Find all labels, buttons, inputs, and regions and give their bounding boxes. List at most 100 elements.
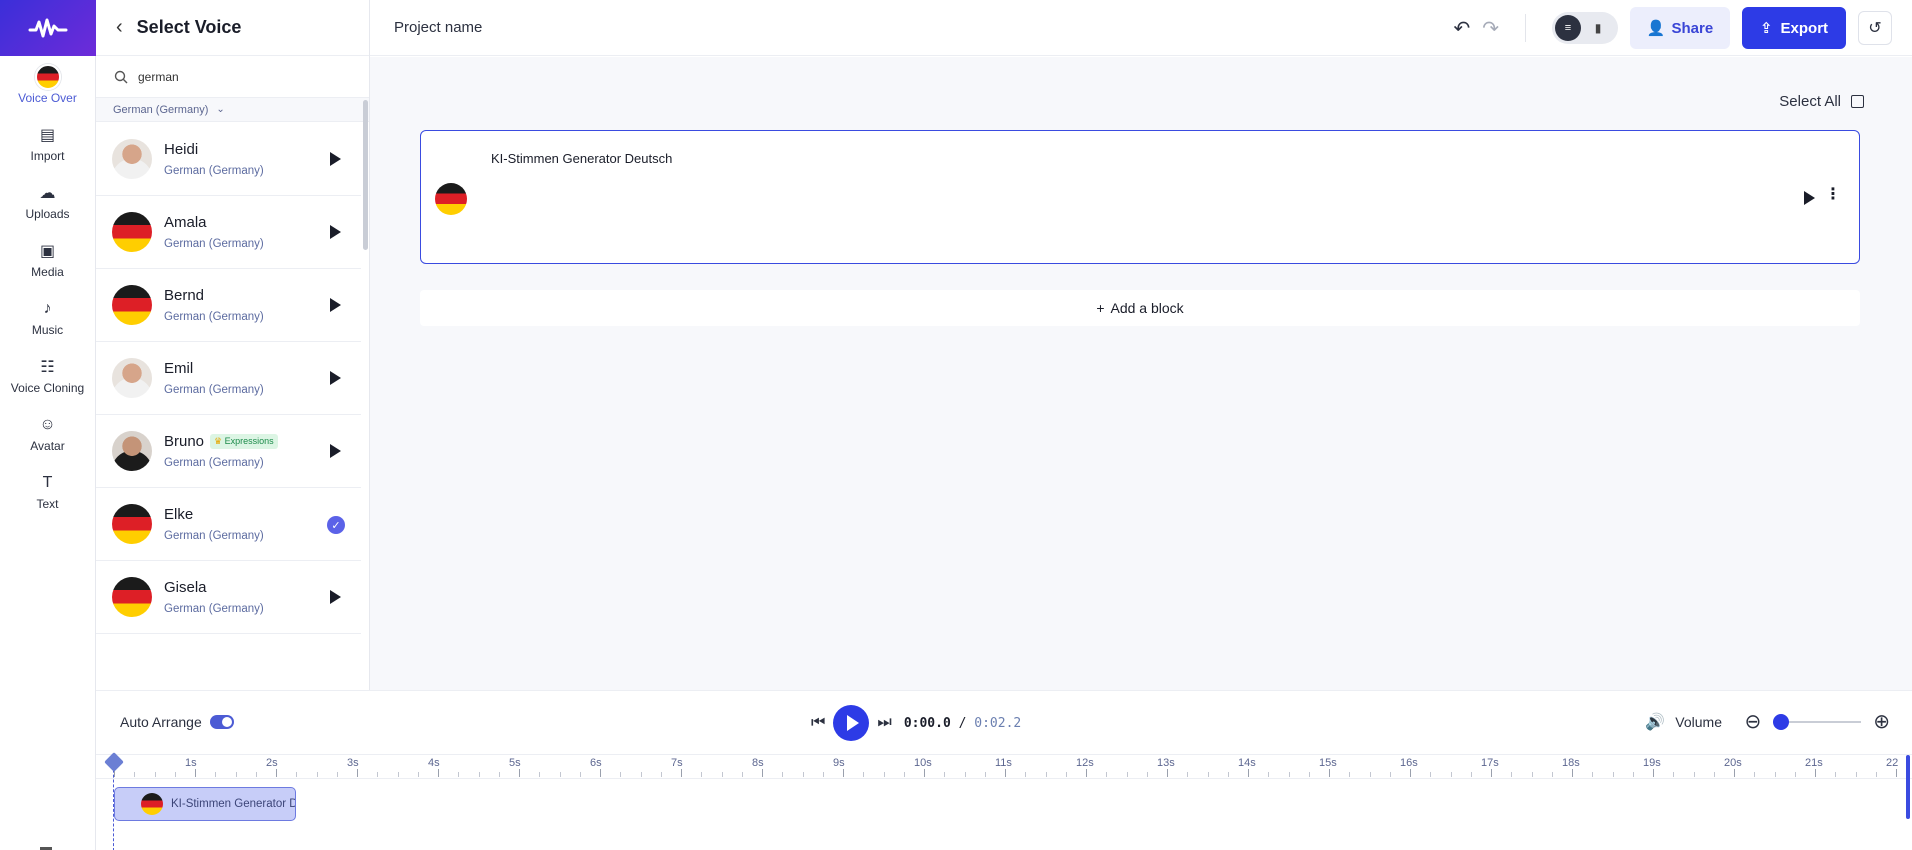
- ruler-label: 22: [1886, 757, 1899, 769]
- rail-item-music[interactable]: ♪ Music: [0, 288, 95, 346]
- voice-block[interactable]: KI-Stimmen Generator Deutsch ⋮: [420, 130, 1860, 264]
- ruler-tick: [1491, 769, 1492, 777]
- select-all-checkbox[interactable]: [1851, 95, 1864, 108]
- play-icon[interactable]: [330, 444, 341, 458]
- ruler-tick: [1855, 772, 1857, 777]
- ruler-tick: [1268, 772, 1270, 777]
- voice-info: Emil German (Germany): [164, 360, 264, 396]
- voice-row[interactable]: Amala German (Germany): [96, 196, 361, 269]
- german-flag-icon[interactable]: [435, 183, 467, 215]
- ruler-label: 12s: [1076, 757, 1094, 769]
- zoom-slider-knob[interactable]: [1773, 713, 1790, 730]
- time-separator: /: [958, 715, 967, 731]
- voice-info: Gisela German (Germany): [164, 579, 264, 615]
- rail-item-label: Avatar: [30, 438, 65, 453]
- auto-arrange-toggle[interactable]: [209, 715, 234, 729]
- add-user-icon: 👤: [1646, 20, 1666, 37]
- voice-row[interactable]: Elke German (Germany) ✓: [96, 488, 361, 561]
- ruler-label: 11s: [995, 757, 1012, 769]
- upload-icon: ⇪: [1759, 20, 1773, 37]
- skip-back-icon[interactable]: ⏮: [811, 714, 825, 732]
- speaker-icon[interactable]: 🔊: [1645, 712, 1665, 732]
- film-view-icon[interactable]: ▮: [1585, 15, 1611, 41]
- play-icon[interactable]: [330, 298, 341, 312]
- skip-forward-icon[interactable]: ⏭: [877, 714, 891, 732]
- add-block-button[interactable]: + Add a block: [420, 290, 1860, 326]
- zoom-in-icon[interactable]: ⊕: [1873, 709, 1890, 734]
- language-filter[interactable]: German (Germany) ⌄: [96, 98, 369, 122]
- voice-avatar: [112, 358, 152, 398]
- rail-item-avatar[interactable]: ☺ Avatar: [0, 404, 95, 462]
- zoom-slider[interactable]: [1773, 713, 1862, 730]
- voice-row[interactable]: Emil German (Germany): [96, 342, 361, 415]
- select-all[interactable]: Select All: [1779, 93, 1864, 110]
- voice-row[interactable]: Bruno ♛ Expressions German (Germany): [96, 415, 361, 488]
- voice-search: [96, 56, 369, 98]
- rail-item-media[interactable]: ▣ Media: [0, 230, 95, 288]
- ruler-tick: [519, 769, 520, 777]
- ruler-tick: [1389, 772, 1391, 777]
- volume-control[interactable]: 🔊 Volume: [1645, 712, 1722, 732]
- voice-search-input[interactable]: [138, 69, 338, 84]
- voice-row[interactable]: Bernd German (Germany): [96, 269, 361, 342]
- timeline-ruler[interactable]: 1s 2s 3s 4s 5s 6s 7s 8s 9s 10s 11s 12s 13s 14s 15s 16s 1…: [96, 755, 1912, 779]
- ruler-tick: [397, 772, 399, 777]
- rail-item-voice-over[interactable]: Voice Over: [0, 56, 95, 114]
- project-name[interactable]: Project name: [394, 19, 482, 36]
- view-toggle[interactable]: ≡ ▮: [1552, 12, 1618, 44]
- app-logo[interactable]: [0, 0, 96, 56]
- volume-label: Volume: [1675, 714, 1722, 730]
- expressions-badge: ♛ Expressions: [210, 434, 278, 449]
- export-button[interactable]: ⇪ Export: [1742, 7, 1846, 49]
- timeline-scrollbar[interactable]: [1906, 755, 1910, 819]
- redo-icon[interactable]: ↷: [1482, 16, 1499, 41]
- german-flag-avatar: [112, 285, 152, 325]
- timeline-clip[interactable]: KI-Stimmen Generator Deutsch: [114, 787, 296, 821]
- rail-item-import[interactable]: ▤ Import: [0, 114, 95, 172]
- rail-item-label: Media: [31, 264, 64, 279]
- list-view-icon[interactable]: ≡: [1555, 15, 1581, 41]
- voice-row[interactable]: Gisela German (Germany): [96, 561, 361, 634]
- play-icon[interactable]: [330, 225, 341, 239]
- back-arrow-icon[interactable]: ‹: [116, 16, 123, 39]
- play-icon[interactable]: [1804, 191, 1815, 205]
- voice-row[interactable]: Heidi German (Germany): [96, 123, 361, 196]
- rail-item-voice-cloning[interactable]: ☷ Voice Cloning: [0, 346, 95, 404]
- ruler-tick: [802, 772, 804, 777]
- voice-language: German (Germany): [164, 384, 264, 396]
- ruler-tick: [660, 772, 662, 777]
- zoom-out-icon[interactable]: ⊖: [1744, 709, 1761, 734]
- ruler-tick: [1653, 769, 1654, 777]
- voice-language: German (Germany): [164, 238, 264, 250]
- more-vertical-icon[interactable]: ⋮: [1825, 187, 1841, 203]
- ruler-label: 6s: [590, 757, 602, 769]
- check-circle-icon[interactable]: ✓: [327, 516, 345, 534]
- timeline-clip-text: KI-Stimmen Generator Deutsch: [171, 798, 295, 810]
- voice-list: Heidi German (Germany) Amala German (German…: [96, 123, 361, 634]
- ruler-tick: [336, 772, 338, 777]
- ruler-tick: [1450, 772, 1452, 777]
- time-display: 0:00.0 / 0:02.2: [904, 716, 1021, 731]
- undo-icon[interactable]: ↶: [1453, 16, 1470, 41]
- language-filter-label: German (Germany): [113, 103, 209, 116]
- add-block-label: Add a block: [1110, 300, 1184, 316]
- voice-list-scrollbar[interactable]: [363, 100, 368, 250]
- ruler-label: 14s: [1238, 757, 1256, 769]
- block-text[interactable]: KI-Stimmen Generator Deutsch: [491, 151, 672, 166]
- ruler-tick: [822, 772, 824, 777]
- ruler-tick: [1227, 772, 1229, 777]
- play-button[interactable]: [833, 705, 870, 741]
- ruler-tick: [843, 769, 844, 777]
- play-icon[interactable]: [330, 152, 341, 166]
- rail-item-uploads[interactable]: ☁ Uploads: [0, 172, 95, 230]
- ruler-tick: [154, 772, 156, 777]
- ruler-tick: [1369, 772, 1371, 777]
- play-icon[interactable]: [330, 590, 341, 604]
- rail-item-text[interactable]: T Text: [0, 462, 95, 520]
- ruler-tick: [1693, 772, 1695, 777]
- share-button[interactable]: 👤 Share: [1630, 7, 1730, 49]
- ruler-tick: [316, 772, 318, 777]
- history-icon[interactable]: ↺: [1858, 11, 1892, 45]
- voice-name-line: Gisela: [164, 579, 264, 596]
- play-icon[interactable]: [330, 371, 341, 385]
